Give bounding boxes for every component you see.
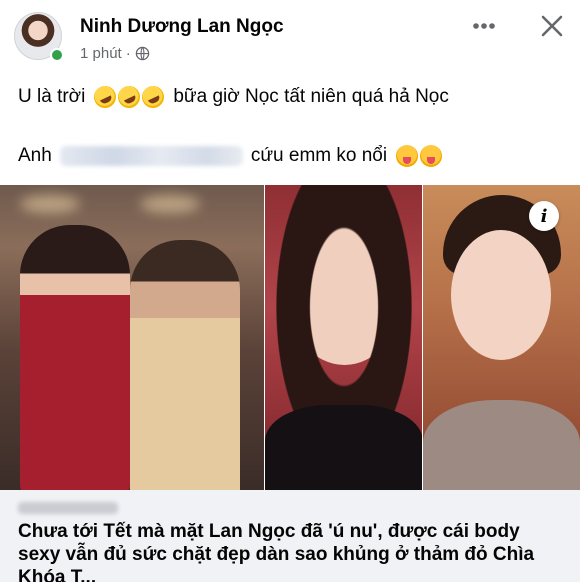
line2-text-after: cứu emm ko nổi bbox=[250, 145, 388, 166]
author-name[interactable]: Ninh Dương Lan Ngọc bbox=[80, 16, 284, 38]
post-time[interactable]: 1 phút bbox=[80, 45, 122, 62]
avatar-container[interactable] bbox=[14, 12, 64, 62]
person-red-dress bbox=[20, 225, 130, 490]
globe-icon[interactable] bbox=[135, 46, 150, 61]
post-meta: 1 phút · bbox=[80, 45, 150, 62]
meta-separator: · bbox=[125, 45, 131, 62]
tongue-emoji-icon bbox=[420, 145, 443, 167]
rofl-emoji-icon bbox=[90, 82, 120, 112]
photo-portrait-black-dress bbox=[265, 185, 423, 490]
post-text-line-2: Anh cứu emm ko nổi bbox=[18, 145, 443, 167]
close-icon[interactable] bbox=[538, 12, 566, 40]
line1-text-before: U là trời bbox=[18, 86, 86, 107]
blurred-link-domain bbox=[18, 502, 118, 514]
link-title[interactable]: Chưa tới Tết mà mặt Lan Ngọc đã 'ú nu', … bbox=[18, 520, 566, 582]
ceiling-light bbox=[20, 195, 80, 213]
rofl-emoji-icon bbox=[114, 82, 144, 112]
tongue-emoji-icon bbox=[396, 145, 419, 167]
post-text-line-1: U là trời bữa giờ Nọc tất niên quá hả Nọ… bbox=[18, 82, 449, 112]
line2-text-before: Anh bbox=[18, 145, 52, 166]
post-header: Ninh Dương Lan Ngọc 1 phút · bbox=[0, 0, 580, 70]
portrait-dress bbox=[423, 400, 580, 490]
info-icon[interactable]: i bbox=[529, 201, 559, 231]
online-status-indicator bbox=[50, 48, 64, 62]
rofl-emoji-icon bbox=[138, 82, 168, 112]
more-horizontal-icon[interactable] bbox=[470, 12, 498, 40]
ceiling-light bbox=[140, 195, 200, 213]
portrait-face bbox=[451, 230, 551, 360]
photo-portrait-silver-dress bbox=[423, 185, 580, 490]
link-preview-image[interactable]: i bbox=[0, 185, 580, 490]
link-card[interactable]: Chưa tới Tết mà mặt Lan Ngọc đã 'ú nu', … bbox=[0, 490, 580, 582]
person-gold-dress bbox=[130, 240, 240, 490]
blurred-tagged-name[interactable] bbox=[59, 146, 243, 166]
photo-red-carpet-group bbox=[0, 185, 265, 490]
portrait-dress bbox=[265, 405, 423, 490]
line1-text-after: bữa giờ Nọc tất niên quá hả Nọc bbox=[173, 86, 449, 107]
